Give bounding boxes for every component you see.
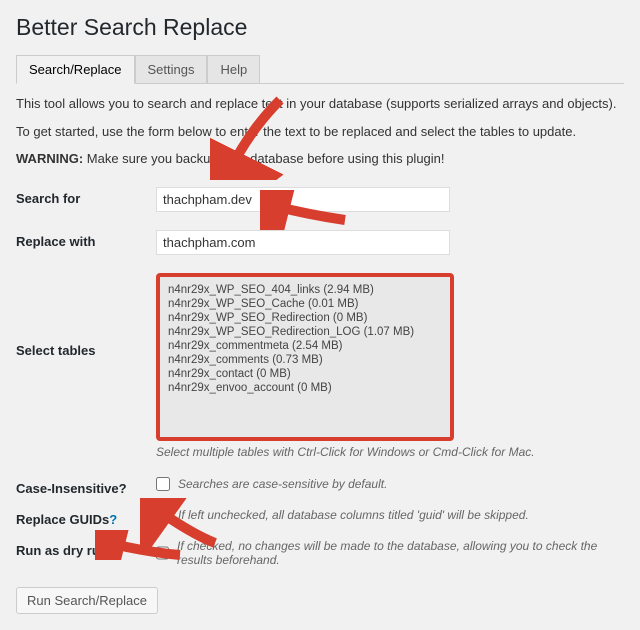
replace-guids-label: Replace GUIDs?	[16, 508, 156, 527]
table-option[interactable]: n4nr29x_WP_SEO_Cache (0.01 MB)	[166, 297, 444, 311]
select-tables-label: Select tables	[16, 273, 156, 358]
replace-with-label: Replace with	[16, 230, 156, 249]
intro-text-2: To get started, use the form below to en…	[16, 122, 624, 142]
warning-text: WARNING: Make sure you backup your datab…	[16, 149, 624, 169]
table-option[interactable]: n4nr29x_WP_SEO_Redirection (0 MB)	[166, 311, 444, 325]
replace-guids-desc: If left unchecked, all database columns …	[178, 508, 529, 522]
warning-prefix: WARNING:	[16, 151, 83, 166]
table-option[interactable]: n4nr29x_contact (0 MB)	[166, 367, 444, 381]
search-for-input[interactable]	[156, 187, 450, 212]
tab-help[interactable]: Help	[207, 55, 260, 83]
table-option[interactable]: n4nr29x_comments (0.73 MB)	[166, 353, 444, 367]
select-tables-highlight: n4nr29x_WP_SEO_404_links (2.94 MB)n4nr29…	[156, 273, 454, 441]
replace-guids-checkbox[interactable]	[156, 508, 170, 522]
tab-settings[interactable]: Settings	[135, 55, 208, 83]
replace-with-input[interactable]	[156, 230, 450, 255]
case-insensitive-label: Case-Insensitive?	[16, 477, 156, 496]
dry-run-checkbox[interactable]	[156, 546, 169, 560]
warning-rest: Make sure you backup your database befor…	[83, 151, 444, 166]
case-insensitive-checkbox[interactable]	[156, 477, 170, 491]
tab-nav: Search/Replace Settings Help	[16, 55, 624, 84]
dry-run-label: Run as dry run?	[16, 539, 156, 558]
replace-guids-help-icon[interactable]: ?	[109, 512, 117, 527]
dry-run-desc: If checked, no changes will be made to t…	[177, 539, 624, 567]
tab-search-replace[interactable]: Search/Replace	[16, 55, 135, 84]
intro-text-1: This tool allows you to search and repla…	[16, 94, 624, 114]
select-tables-hint: Select multiple tables with Ctrl-Click f…	[156, 445, 535, 459]
run-button[interactable]: Run Search/Replace	[16, 587, 158, 614]
select-tables-list[interactable]: n4nr29x_WP_SEO_404_links (2.94 MB)n4nr29…	[160, 277, 450, 437]
table-option[interactable]: n4nr29x_WP_SEO_Redirection_LOG (1.07 MB)	[166, 325, 444, 339]
table-option[interactable]: n4nr29x_WP_SEO_404_links (2.94 MB)	[166, 283, 444, 297]
replace-guids-label-text: Replace GUIDs	[16, 512, 109, 527]
table-option[interactable]: n4nr29x_commentmeta (2.54 MB)	[166, 339, 444, 353]
search-for-label: Search for	[16, 187, 156, 206]
table-option[interactable]: n4nr29x_envoo_account (0 MB)	[166, 381, 444, 395]
case-insensitive-desc: Searches are case-sensitive by default.	[178, 477, 387, 491]
page-title: Better Search Replace	[16, 14, 624, 41]
